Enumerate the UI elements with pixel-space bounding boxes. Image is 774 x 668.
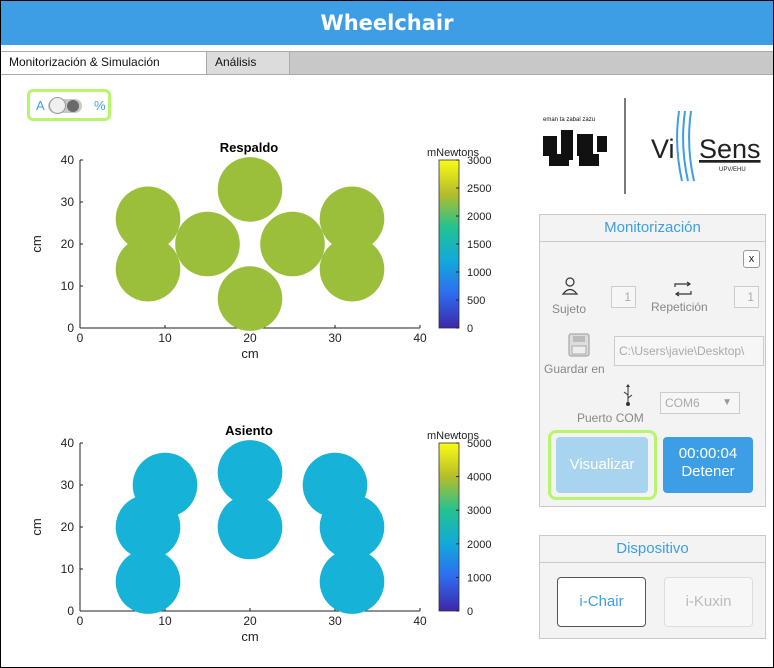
y-tick-label: 10 bbox=[61, 279, 75, 293]
x-tick-label: 20 bbox=[243, 614, 257, 628]
y-tick-label: 40 bbox=[61, 153, 75, 167]
ehu-motto: eman ta zabal zazu bbox=[543, 117, 595, 123]
app-window: Wheelchair Monitorización & Simulación A… bbox=[0, 0, 774, 668]
dispositivo-title: Dispositivo bbox=[540, 536, 765, 563]
y-tick-label: 20 bbox=[61, 237, 75, 251]
colorbar-tick-label: 1000 bbox=[467, 572, 491, 584]
x-tick-label: 20 bbox=[243, 331, 257, 345]
x-tick-label: 0 bbox=[77, 614, 84, 628]
y-tick-label: 30 bbox=[61, 478, 75, 492]
detener-label: Detener bbox=[681, 463, 735, 480]
repeticion-field[interactable]: 1 bbox=[734, 286, 759, 308]
ikuxin-button[interactable]: i-Kuxin bbox=[664, 577, 753, 627]
x-tick-label: 30 bbox=[328, 331, 342, 345]
toggle-left-label: A bbox=[36, 98, 45, 113]
data-point bbox=[217, 157, 283, 222]
chevron-down-icon: ▼ bbox=[722, 397, 732, 408]
data-point bbox=[115, 549, 181, 614]
units-toggle[interactable]: A % bbox=[27, 89, 111, 121]
y-tick-label: 20 bbox=[61, 520, 75, 534]
x-axis-label: cm bbox=[241, 346, 258, 361]
colorbar-tick-label: 4000 bbox=[467, 472, 491, 484]
sujeto-label: Sujeto bbox=[552, 302, 587, 316]
colorbar-tick-label: 0 bbox=[467, 606, 473, 618]
data-point bbox=[217, 494, 283, 560]
x-tick-label: 10 bbox=[158, 614, 172, 628]
visens-sub: UPV/EHU bbox=[719, 167, 746, 173]
colorbar-label: mNewtons bbox=[427, 147, 479, 159]
x-tick-label: 40 bbox=[413, 614, 427, 628]
data-point bbox=[217, 266, 283, 331]
colorbar-tick-label: 500 bbox=[467, 295, 485, 307]
path-field[interactable]: C:\Users\javie\Desktop\ bbox=[614, 336, 764, 366]
tab-analisis[interactable]: Análisis bbox=[207, 52, 290, 74]
colorbar-tick-label: 0 bbox=[467, 323, 473, 335]
com-value: COM6 bbox=[665, 396, 700, 410]
chart-title: Respaldo bbox=[220, 140, 279, 155]
data-point bbox=[319, 549, 385, 614]
x-tick-label: 40 bbox=[413, 331, 427, 345]
colorbar-tick-label: 1500 bbox=[467, 239, 491, 251]
colorbar-tick-label: 2500 bbox=[467, 183, 491, 195]
chart-title: Asiento bbox=[225, 423, 273, 438]
toggle-knob-indicator bbox=[67, 100, 79, 112]
timer-label: 00:00:04 bbox=[678, 445, 738, 462]
asiento-chart: 0 10 20 30 40 0 10 20 30 40 cm cm Asiento 0 1000 2000 30… bbox=[29, 423, 491, 644]
data-point bbox=[319, 236, 385, 302]
x-tick-label: 10 bbox=[158, 331, 172, 345]
repeat-icon bbox=[674, 281, 692, 297]
guardar-label: Guardar en bbox=[544, 362, 605, 376]
monitorizacion-panel: Monitorización x Sujeto 1 Repetición 1 G… bbox=[539, 214, 766, 507]
colorbar-tick-label: 2000 bbox=[467, 211, 491, 223]
respaldo-chart: 0 10 20 30 40 0 10 20 30 40 cm cm Respaldo 0 500 1000 15… bbox=[29, 140, 491, 361]
logos: eman ta zabal zazu Vi Sens UPV/EHU bbox=[543, 98, 761, 194]
ehu-logo bbox=[543, 130, 607, 166]
sujeto-field[interactable]: 1 bbox=[611, 286, 636, 308]
toggle-knob[interactable] bbox=[49, 97, 66, 114]
user-icon bbox=[561, 277, 579, 295]
visens-vi: Vi bbox=[651, 134, 675, 164]
x-tick-label: 0 bbox=[77, 331, 84, 345]
app-title: Wheelchair bbox=[1, 1, 773, 45]
save-icon[interactable] bbox=[568, 333, 590, 357]
x-tick-label: 30 bbox=[328, 614, 342, 628]
y-tick-label: 0 bbox=[67, 321, 74, 335]
y-tick-label: 40 bbox=[61, 436, 75, 450]
dispositivo-panel: Dispositivo i-Chair i-Kuxin bbox=[539, 535, 766, 639]
detener-button[interactable]: 00:00:04 Detener bbox=[663, 437, 753, 493]
close-button[interactable]: x bbox=[743, 250, 760, 268]
y-tick-label: 30 bbox=[61, 195, 75, 209]
visens-sens: Sens bbox=[699, 134, 761, 164]
repeticion-label: Repetición bbox=[651, 300, 708, 314]
colorbar-tick-label: 3000 bbox=[467, 505, 491, 517]
monitorizacion-title: Monitorización bbox=[540, 215, 765, 242]
data-point bbox=[115, 236, 181, 302]
x-axis-label: cm bbox=[241, 629, 258, 644]
colorbar-tick-label: 2000 bbox=[467, 539, 491, 551]
y-axis-label: cm bbox=[29, 235, 44, 252]
toggle-right-label: % bbox=[94, 98, 106, 113]
y-axis-label: cm bbox=[29, 518, 44, 535]
tab-monitorizacion[interactable]: Monitorización & Simulación bbox=[1, 52, 207, 74]
com-select[interactable]: COM6 ▼ bbox=[660, 392, 740, 414]
visens-waves bbox=[676, 110, 695, 182]
ichair-button[interactable]: i-Chair bbox=[557, 577, 646, 627]
usb-icon bbox=[623, 384, 633, 406]
visualizar-button[interactable]: Visualizar bbox=[556, 437, 648, 493]
tab-bar: Monitorización & Simulación Análisis bbox=[1, 51, 773, 75]
puerto-label: Puerto COM bbox=[577, 411, 644, 425]
y-tick-label: 10 bbox=[61, 562, 75, 576]
colorbar bbox=[438, 442, 460, 612]
colorbar-tick-label: 1000 bbox=[467, 267, 491, 279]
data-point bbox=[175, 211, 240, 277]
y-tick-label: 0 bbox=[67, 604, 74, 618]
data-point bbox=[260, 211, 325, 277]
colorbar-label: mNewtons bbox=[427, 430, 479, 442]
